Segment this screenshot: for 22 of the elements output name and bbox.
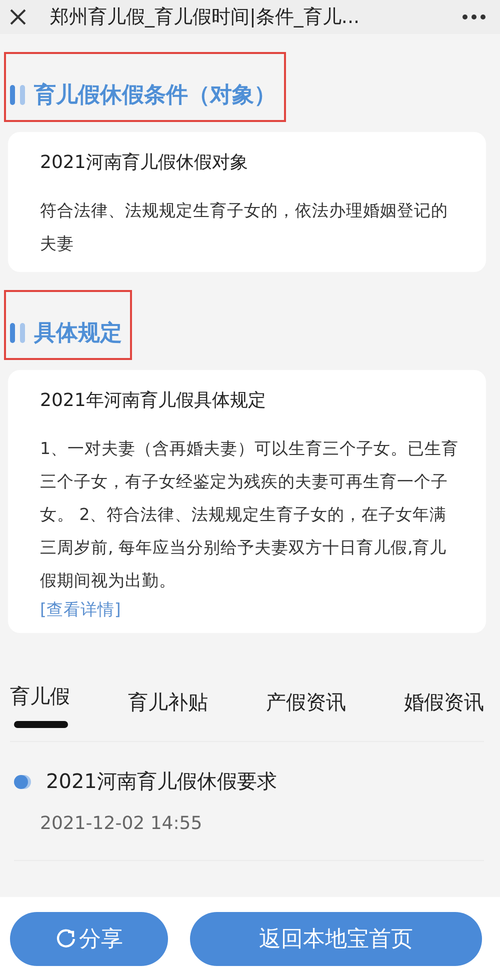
tab[interactable]: 婚假资讯 <box>404 675 484 716</box>
home-button[interactable]: 返回本地宝首页 <box>190 912 482 966</box>
card-text: 1、一对夫妻（含再婚夫妻）可以生育三个子女。已生育三个子女，有子女经鉴定为残疾的夫妻可再生育一个子女。 2、符合法律、法规规定生育子女的，在子女年满三周岁前, 每年应当分别给予夫妻双方十日育儿假,育儿假期间视为出勤。 <box>40 438 460 592</box>
card-title: 2021年河南育儿假具体规定 <box>40 389 267 412</box>
dot-icon <box>14 774 32 790</box>
news-title[interactable]: 2021河南育儿假休假要求 <box>46 768 277 795</box>
bars-icon <box>10 84 28 106</box>
news-time: 2021-12-02 14:55 <box>40 813 204 834</box>
window-title: 郑州育儿假_育儿假时间|条件_育儿... <box>50 5 361 30</box>
bars-icon <box>10 322 28 344</box>
share-button[interactable]: 分享 <box>10 912 168 966</box>
tab[interactable]: 育儿假 <box>10 675 70 710</box>
close-icon[interactable] <box>8 7 28 27</box>
card-title: 2021河南育儿假休假对象 <box>40 151 249 174</box>
more-icon[interactable] <box>462 14 486 20</box>
tab[interactable]: 产假资讯 <box>266 675 346 716</box>
tab[interactable]: 育儿补贴 <box>128 675 208 716</box>
tab-indicator <box>14 721 68 728</box>
section-heading: 具体规定 <box>34 320 122 348</box>
share-icon <box>55 928 77 950</box>
card-text: 符合法律、法规规定生育子女的，依法办理婚姻登记的夫妻 <box>40 200 449 255</box>
section-heading: 育儿假休假条件（对象） <box>34 82 276 110</box>
